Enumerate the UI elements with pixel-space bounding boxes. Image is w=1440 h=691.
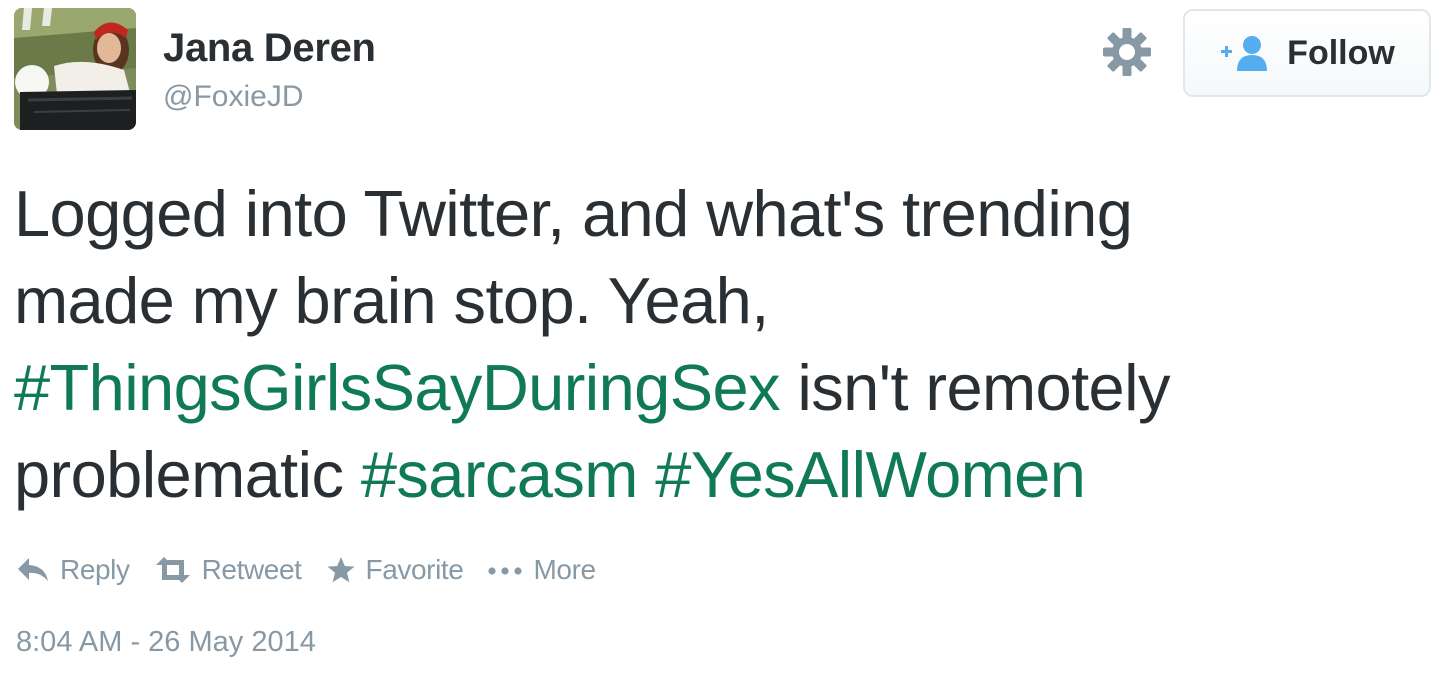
hashtag-link[interactable]: #sarcasm [361,438,639,511]
author-handle[interactable]: @FoxieJD [163,80,303,114]
favorite-label: Favorite [365,554,464,585]
gear-icon[interactable] [1101,26,1153,78]
tweet-text-line: #ThingsGirlsSayDuringSex isn't remotely [14,344,1414,431]
add-user-icon [1221,36,1268,71]
hashtag-link[interactable]: #ThingsGirlsSayDuringSex [14,351,781,424]
author-name[interactable]: Jana Deren [163,26,376,71]
tweet-text-line: problematic #sarcasm #YesAllWomen [14,431,1414,518]
retweet-label: Retweet [201,554,302,585]
tweet-text-segment: Logged into Twitter, and what's trending [14,177,1133,250]
reply-button[interactable]: Reply [16,554,130,586]
tweet-text-line: Logged into Twitter, and what's trending [14,170,1414,257]
hashtag-link[interactable]: #YesAllWomen [655,438,1086,511]
ellipsis-icon [488,567,523,575]
tweet-text-segment: made my brain stop. Yeah, [14,264,769,337]
tweet-text-segment [638,438,655,511]
tweet-timestamp[interactable]: 8:04 AM - 26 May 2014 [16,626,316,659]
tweet-text-segment: isn't remotely [779,351,1170,424]
reply-label: Reply [60,554,130,585]
favorite-button[interactable]: Favorite [326,554,464,586]
tweet-actions: Reply Retweet Favorite More [16,550,620,590]
avatar[interactable] [14,8,136,130]
more-button[interactable]: More [487,554,596,586]
retweet-button[interactable]: Retweet [154,554,302,586]
more-label: More [533,554,596,585]
star-icon [327,557,355,583]
retweet-icon [155,557,190,583]
follow-button[interactable]: Follow [1183,9,1431,97]
avatar-photo [14,8,136,130]
reply-icon [18,558,48,581]
tweet-text: Logged into Twitter, and what's trending… [14,170,1414,518]
tweet-text-line: made my brain stop. Yeah, [14,257,1414,344]
tweet-text-segment: problematic [14,438,361,511]
follow-button-label: Follow [1287,33,1395,72]
